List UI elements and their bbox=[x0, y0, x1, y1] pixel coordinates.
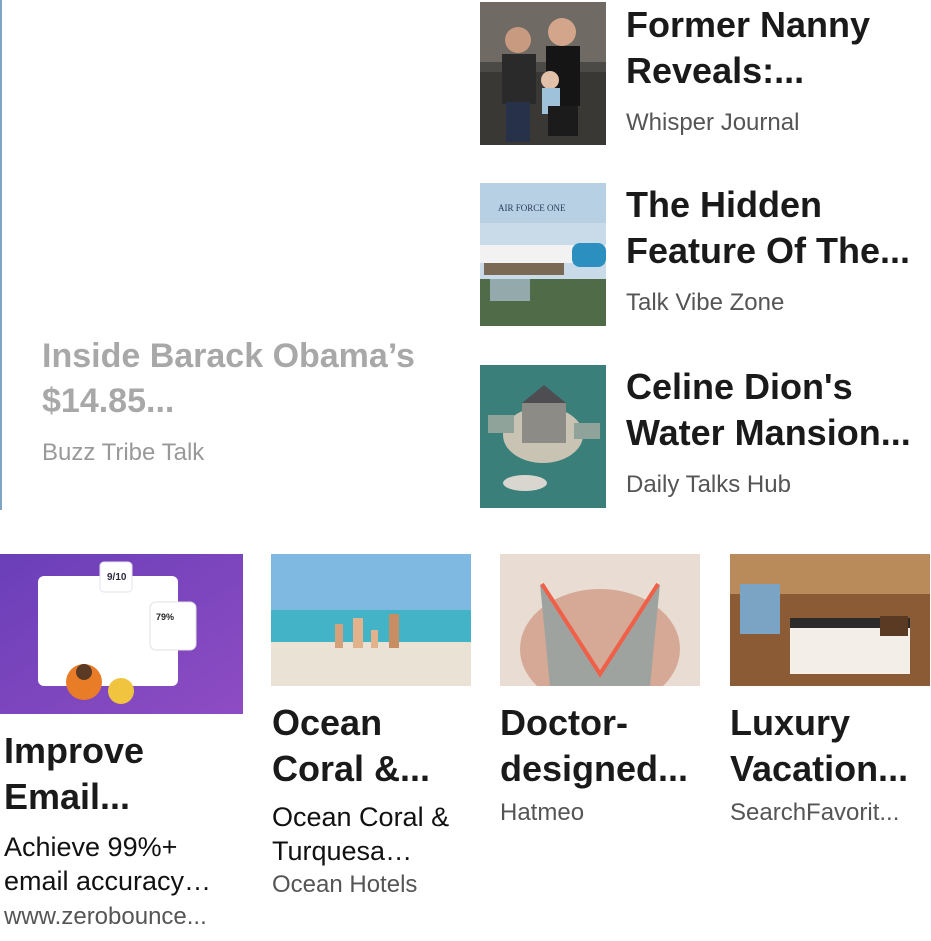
card-3-source: Hatmeo bbox=[500, 799, 585, 826]
side-item-3-title[interactable]: Celine Dion's Water Mansion... bbox=[626, 364, 931, 456]
card-4-image[interactable] bbox=[730, 554, 930, 686]
card-2-source: Ocean Hotels bbox=[272, 871, 418, 898]
svg-text:AIR FORCE ONE: AIR FORCE ONE bbox=[498, 203, 566, 213]
card-2-image[interactable] bbox=[271, 554, 471, 686]
card-1-desc[interactable]: Achieve 99%+ email accuracy… bbox=[4, 830, 247, 898]
card-2[interactable]: Ocean Coral &... Ocean Coral & Turquesa…… bbox=[272, 700, 472, 900]
side-thumb-1[interactable] bbox=[480, 2, 606, 145]
featured-source: Buzz Tribe Talk bbox=[42, 439, 205, 466]
side-item-2-title[interactable]: The Hidden Feature Of The... bbox=[626, 182, 931, 274]
left-divider bbox=[0, 0, 2, 510]
side-item-1[interactable]: Former Nanny Reveals:... Whisper Journal bbox=[626, 2, 931, 138]
card-2-desc[interactable]: Ocean Coral & Turquesa… bbox=[272, 800, 472, 868]
card-3[interactable]: Doctor-designed... Hatmeo bbox=[500, 700, 705, 828]
side-item-1-source: Whisper Journal bbox=[626, 109, 800, 136]
card-2-title[interactable]: Ocean Coral &... bbox=[272, 700, 472, 792]
back-bra-image bbox=[500, 554, 700, 686]
side-thumb-3[interactable] bbox=[480, 365, 606, 508]
card-1[interactable]: Improve Email... Achieve 99%+ email accu… bbox=[4, 728, 247, 932]
card-4[interactable]: Luxury Vacation... SearchFavorit... bbox=[730, 700, 931, 828]
card-1-source: www.zerobounce... bbox=[4, 903, 207, 930]
air-force-one-image: AIR FORCE ONE bbox=[480, 183, 606, 326]
side-item-2[interactable]: The Hidden Feature Of The... Talk Vibe Z… bbox=[626, 182, 931, 318]
featured-title[interactable]: Inside Barack Obama’s $14.85... bbox=[42, 334, 422, 424]
train-bedroom-image bbox=[730, 554, 930, 686]
card-1-image[interactable]: 9/10 79% bbox=[0, 554, 243, 714]
side-item-2-source: Talk Vibe Zone bbox=[626, 289, 785, 316]
side-item-1-title[interactable]: Former Nanny Reveals:... bbox=[626, 2, 931, 94]
beach-family-image bbox=[271, 554, 471, 686]
featured-article[interactable]: Inside Barack Obama’s $14.85... Buzz Tri… bbox=[42, 334, 422, 468]
side-item-3-source: Daily Talks Hub bbox=[626, 471, 791, 498]
card-3-title[interactable]: Doctor-designed... bbox=[500, 700, 705, 792]
family-photo-image bbox=[480, 2, 606, 145]
island-mansion-image bbox=[480, 365, 606, 508]
email-validator-image: 9/10 79% bbox=[0, 554, 243, 714]
svg-text:9/10: 9/10 bbox=[107, 572, 127, 583]
card-4-title[interactable]: Luxury Vacation... bbox=[730, 700, 931, 792]
card-1-title[interactable]: Improve Email... bbox=[4, 728, 247, 820]
side-thumb-2[interactable]: AIR FORCE ONE bbox=[480, 183, 606, 326]
card-4-source: SearchFavorit... bbox=[730, 799, 900, 826]
card-3-image[interactable] bbox=[500, 554, 700, 686]
svg-text:79%: 79% bbox=[156, 612, 174, 622]
side-item-3[interactable]: Celine Dion's Water Mansion... Daily Tal… bbox=[626, 364, 931, 500]
